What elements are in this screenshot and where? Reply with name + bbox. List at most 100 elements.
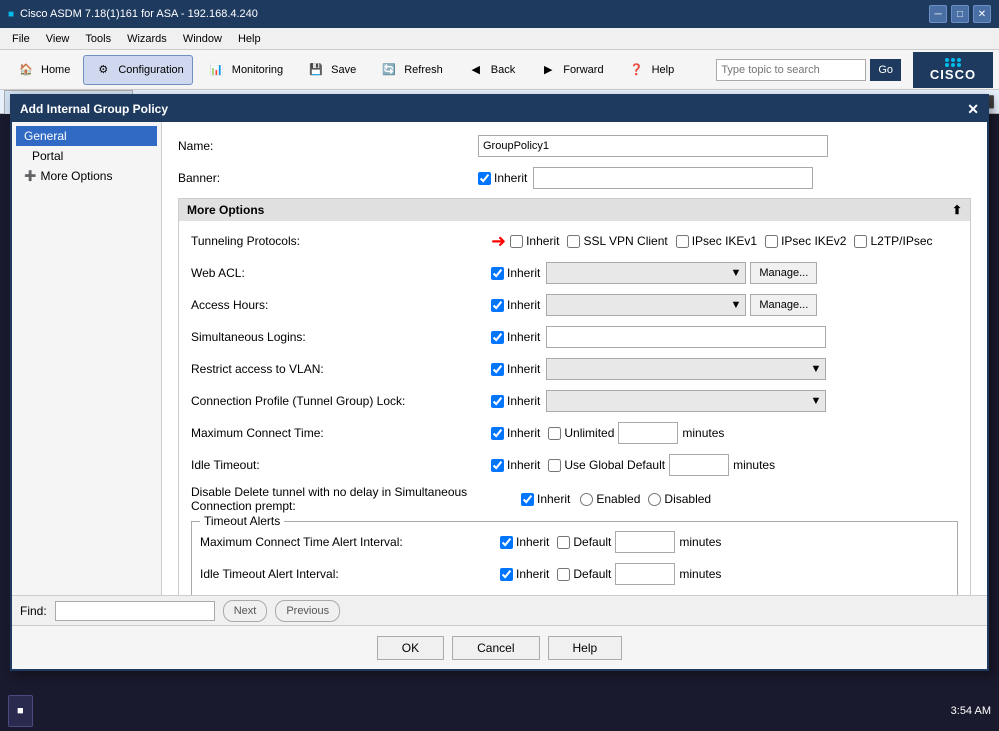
timeout-alerts-legend: Timeout Alerts xyxy=(200,514,284,528)
ok-button[interactable]: OK xyxy=(377,636,444,660)
home-button[interactable]: 🏠 Home xyxy=(6,55,79,85)
max-connect-alert-inherit-checkbox[interactable] xyxy=(500,536,513,549)
tunneling-row: Tunneling Protocols: ➜ Inherit SSL VPN C… xyxy=(191,229,958,253)
restrict-vlan-inherit-label: Inherit xyxy=(491,362,540,376)
maximize-button[interactable]: □ xyxy=(951,5,969,23)
ssl-vpn-label: SSL VPN Client xyxy=(567,234,667,248)
menu-tools[interactable]: Tools xyxy=(77,31,119,47)
menu-help[interactable]: Help xyxy=(230,31,269,47)
back-button[interactable]: ◀ Back xyxy=(456,55,524,85)
idle-timeout-alert-inherit-checkbox[interactable] xyxy=(500,568,513,581)
taskbar-item-asdm[interactable]: ■ xyxy=(8,695,33,727)
restrict-vlan-dropdown[interactable]: ▼ xyxy=(546,358,826,380)
search-input[interactable] xyxy=(716,59,866,81)
timeout-alerts-group: Timeout Alerts Maximum Connect Time Aler… xyxy=(191,521,958,595)
max-connect-alert-default-checkbox[interactable] xyxy=(557,536,570,549)
simultaneous-logins-input[interactable] xyxy=(546,326,826,348)
menu-window[interactable]: Window xyxy=(175,31,230,47)
go-button[interactable]: Go xyxy=(870,59,901,81)
monitoring-button[interactable]: 📊 Monitoring xyxy=(197,55,292,85)
idle-timeout-global-checkbox[interactable] xyxy=(548,459,561,472)
l2tp-checkbox[interactable] xyxy=(854,235,867,248)
name-row: Name: xyxy=(178,134,971,158)
nav-item-portal[interactable]: Portal xyxy=(16,146,157,166)
nav-item-more-options[interactable]: ➕ More Options xyxy=(16,166,157,186)
menu-file[interactable]: File xyxy=(4,31,38,47)
banner-input[interactable] xyxy=(533,167,813,189)
access-hours-label: Access Hours: xyxy=(191,298,491,312)
access-hours-inherit-checkbox[interactable] xyxy=(491,299,504,312)
ssl-vpn-checkbox[interactable] xyxy=(567,235,580,248)
form-area: Name: Banner: Inherit More Options ⬆ xyxy=(162,122,987,595)
idle-timeout-inherit-label: Inherit xyxy=(491,458,540,472)
restrict-vlan-label: Restrict access to VLAN: xyxy=(191,362,491,376)
access-hours-dropdown[interactable]: ▼ xyxy=(546,294,746,316)
find-input[interactable] xyxy=(55,601,215,621)
left-nav: General Portal ➕ More Options xyxy=(12,122,162,595)
connection-profile-inherit-checkbox[interactable] xyxy=(491,395,504,408)
menu-view[interactable]: View xyxy=(38,31,78,47)
inherit-proto-checkbox[interactable] xyxy=(510,235,523,248)
configuration-icon: ⚙ xyxy=(92,59,114,81)
connection-profile-inherit-label: Inherit xyxy=(491,394,540,408)
annotation-arrow: ➜ xyxy=(491,231,506,252)
menu-wizards[interactable]: Wizards xyxy=(119,31,175,47)
ipsec-ikev1-checkbox[interactable] xyxy=(676,235,689,248)
idle-timeout-inherit-checkbox[interactable] xyxy=(491,459,504,472)
forward-button[interactable]: ▶ Forward xyxy=(528,55,612,85)
simultaneous-logins-inherit-checkbox[interactable] xyxy=(491,331,504,344)
connection-profile-dropdown[interactable]: ▼ xyxy=(546,390,826,412)
minimize-button[interactable]: ─ xyxy=(929,5,947,23)
idle-timeout-alert-default-checkbox[interactable] xyxy=(557,568,570,581)
help-dialog-button[interactable]: Help xyxy=(548,636,623,660)
web-acl-inherit-checkbox[interactable] xyxy=(491,267,504,280)
max-connect-alert-inherit-label: Inherit xyxy=(500,535,549,549)
simultaneous-logins-row: Simultaneous Logins: Inherit xyxy=(191,325,958,349)
web-acl-manage-button[interactable]: Manage... xyxy=(750,262,817,284)
configuration-button[interactable]: ⚙ Configuration xyxy=(83,55,192,85)
idle-timeout-alert-input[interactable] xyxy=(615,563,675,585)
help-icon: ❓ xyxy=(626,59,648,81)
app-icon: ■ xyxy=(8,9,14,20)
disable-delete-inherit-label: Inherit xyxy=(521,492,570,506)
idle-timeout-alert-inherit-label: Inherit xyxy=(500,567,549,581)
menu-bar: File View Tools Wizards Window Help xyxy=(0,28,999,50)
close-button[interactable]: ✕ xyxy=(973,5,991,23)
cancel-button[interactable]: Cancel xyxy=(452,636,539,660)
disabled-radio[interactable] xyxy=(648,493,661,506)
max-connect-time-input[interactable] xyxy=(618,422,678,444)
banner-inherit-checkbox[interactable] xyxy=(478,172,491,185)
next-button[interactable]: Next xyxy=(223,600,268,622)
more-options-header[interactable]: More Options ⬆ xyxy=(179,199,970,221)
save-button[interactable]: 💾 Save xyxy=(296,55,365,85)
restrict-vlan-inherit-checkbox[interactable] xyxy=(491,363,504,376)
web-acl-dropdown[interactable]: ▼ xyxy=(546,262,746,284)
max-connect-inherit-checkbox[interactable] xyxy=(491,427,504,440)
max-connect-alert-input[interactable] xyxy=(615,531,675,553)
connection-profile-label: Connection Profile (Tunnel Group) Lock: xyxy=(191,394,491,408)
enabled-radio[interactable] xyxy=(580,493,593,506)
web-acl-row: Web ACL: Inherit ▼ Manage... xyxy=(191,261,958,285)
save-icon: 💾 xyxy=(305,59,327,81)
help-button[interactable]: ❓ Help xyxy=(617,55,684,85)
nav-item-general[interactable]: General xyxy=(16,126,157,146)
find-label: Find: xyxy=(20,604,47,618)
title-bar-left: ■ Cisco ASDM 7.18(1)161 for ASA - 192.16… xyxy=(8,8,258,20)
previous-button[interactable]: Previous xyxy=(275,600,340,622)
disable-delete-label: Disable Delete tunnel with no delay in S… xyxy=(191,485,521,513)
home-icon: 🏠 xyxy=(15,59,37,81)
dialog-close-button[interactable]: ✕ xyxy=(967,101,979,118)
name-input[interactable] xyxy=(478,135,828,157)
access-hours-manage-button[interactable]: Manage... xyxy=(750,294,817,316)
disable-delete-row: Disable Delete tunnel with no delay in S… xyxy=(191,485,958,513)
ipsec-ikev2-checkbox[interactable] xyxy=(765,235,778,248)
cisco-logo: CISCO xyxy=(913,52,993,88)
idle-timeout-global-label: Use Global Default xyxy=(548,458,665,472)
idle-timeout-input[interactable] xyxy=(669,454,729,476)
banner-row: Banner: Inherit xyxy=(178,166,971,190)
disable-delete-inherit-checkbox[interactable] xyxy=(521,493,534,506)
refresh-button[interactable]: 🔄 Refresh xyxy=(369,55,452,85)
max-connect-inherit-label: Inherit xyxy=(491,426,540,440)
access-hours-row: Access Hours: Inherit ▼ Manage... xyxy=(191,293,958,317)
max-connect-unlimited-checkbox[interactable] xyxy=(548,427,561,440)
